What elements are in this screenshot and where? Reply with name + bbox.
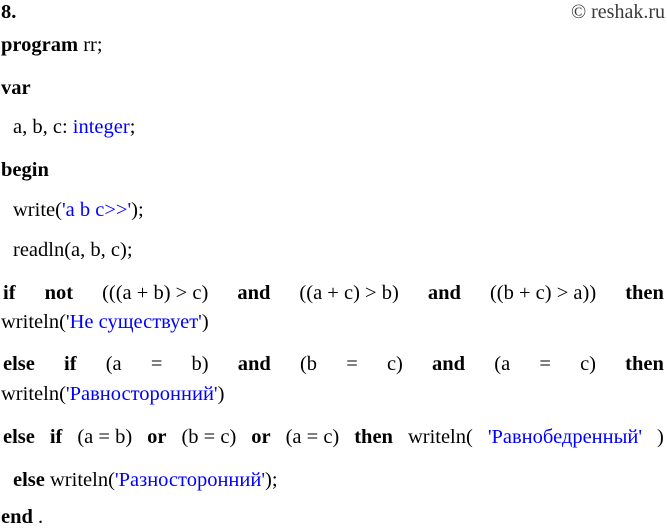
code-line-begin: begin [0, 158, 667, 182]
code-token: ; [129, 116, 136, 138]
code-token: writeln( [1, 383, 66, 405]
code-token: else [13, 469, 45, 491]
code-token: write( [13, 199, 62, 221]
code-token: writeln( [44, 469, 115, 491]
code-token: and [237, 282, 271, 304]
code-token: ); [265, 469, 278, 491]
code-token: readln(a, b, c); [13, 239, 133, 261]
code-line-if-not: if not (((a + b) > c) and ((a + c) > b) and ((… [0, 281, 664, 305]
code-token: (a [105, 353, 122, 375]
code-token: else [3, 426, 35, 448]
code-token: (a [494, 353, 511, 375]
code-token: (a = c) [285, 426, 340, 448]
code-token: ((b + c) > a)) [489, 282, 597, 304]
code-token: or [251, 426, 271, 448]
header-row: 8. © reshak.ru [0, 0, 667, 26]
code-token: 'a b c>>' [61, 199, 132, 221]
code-token: c) [580, 353, 596, 375]
code-token: (b = c) [181, 426, 237, 448]
code-token: or [147, 426, 167, 448]
code-token: writeln( [407, 426, 473, 448]
code-token: else [3, 353, 35, 375]
code-token: . [38, 506, 44, 528]
code-token: ) [201, 311, 209, 333]
code-token: (a = b) [77, 426, 133, 448]
code-listing-page: 8. © reshak.ru program rr; var a, b, c: in… [0, 0, 667, 532]
code-token: 'Не существует' [65, 311, 202, 333]
code-token: = [346, 353, 358, 375]
code-line-program: program rr; [0, 33, 667, 57]
code-token: 'Равнобедренный' [487, 426, 643, 448]
code-token: if [64, 353, 77, 375]
code-token: program [1, 34, 79, 56]
code-line-write: write('a b c>>'); [0, 198, 667, 222]
code-token: c) [386, 353, 403, 375]
code-token: rr; [78, 34, 103, 56]
code-line-readln: readln(a, b, c); [0, 238, 667, 262]
code-token: if [3, 282, 16, 304]
code-token: = [150, 353, 163, 375]
code-token: a, b, c: [13, 116, 73, 138]
code-token: then [625, 353, 664, 375]
code-token: writeln( [1, 311, 66, 333]
code-token: and [237, 353, 271, 375]
code-token: = [539, 353, 551, 375]
code-token: then [354, 426, 393, 448]
code-line-writeln-ravnostoronniy: writeln('Равносторонний') [0, 382, 667, 406]
code-token: and [432, 353, 466, 375]
site-watermark: © reshak.ru [570, 1, 665, 23]
code-token: ); [131, 199, 144, 221]
code-line-var: var [0, 76, 667, 100]
code-token: b) [191, 353, 209, 375]
code-token: and [427, 282, 461, 304]
code-token: ((a + c) > b) [299, 282, 399, 304]
code-line-else-if-and: else if (a = b) and (b = c) and (a = c) then [0, 352, 664, 376]
code-token: ) [657, 426, 664, 448]
code-token: 'Разносторонний' [114, 469, 266, 491]
code-line-vardecl: a, b, c: integer; [0, 115, 667, 139]
code-token: integer [72, 116, 130, 138]
code-line-else-if-or: else if (a = b) or (b = c) or (a = c) then write… [0, 425, 664, 449]
code-token: if [49, 426, 63, 448]
code-token: then [625, 282, 664, 304]
code-token: var [1, 77, 31, 99]
code-line-writeln-ne: writeln('Не существует') [0, 310, 667, 334]
code-token: (b [299, 353, 318, 375]
code-line-end: end . [0, 505, 667, 529]
code-token: (((a + b) > c) [102, 282, 209, 304]
code-line-else-last: else writeln('Разносторонний'); [0, 468, 667, 492]
question-number: 8. [1, 1, 17, 23]
code-token: ) [217, 383, 225, 405]
code-token: end [1, 506, 33, 528]
code-token: begin [1, 159, 49, 181]
code-token: not [44, 282, 74, 304]
code-token: 'Равносторонний' [65, 383, 218, 405]
